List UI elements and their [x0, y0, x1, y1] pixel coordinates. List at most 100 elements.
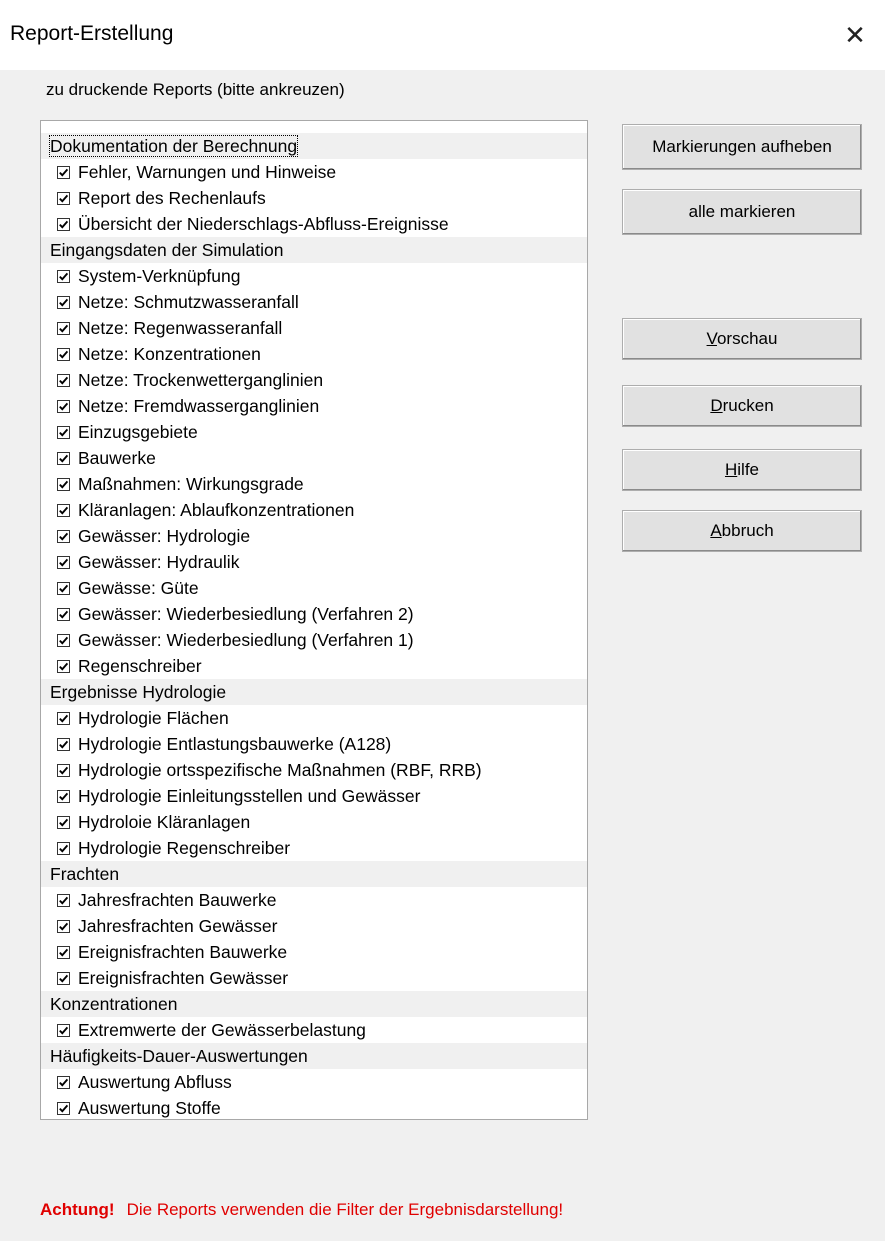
checkbox-checked[interactable] — [57, 321, 70, 335]
report-item[interactable]: Extremwerte der Gewässerbelastung — [41, 1017, 587, 1043]
report-item[interactable]: Fehler, Warnungen und Hinweise — [41, 159, 587, 185]
report-item[interactable]: Jahresfrachten Bauwerke — [41, 887, 587, 913]
report-item-label: Netze: Trockenwetterganglinien — [78, 370, 324, 390]
checkbox-checked[interactable] — [57, 529, 70, 543]
report-item[interactable]: Hydrologie Flächen — [41, 705, 587, 731]
report-item[interactable]: Hydroloie Kläranlagen — [41, 809, 587, 835]
checkbox-checked[interactable] — [57, 945, 70, 959]
checkbox-checked[interactable] — [57, 893, 70, 907]
group-header: Ergebnisse Hydrologie — [41, 679, 587, 705]
report-item[interactable]: Ereignisfrachten Bauwerke — [41, 939, 587, 965]
checkbox-checked[interactable] — [57, 165, 70, 179]
checkbox-checked[interactable] — [57, 399, 70, 413]
report-item-label: Gewässer: Hydraulik — [78, 552, 240, 572]
checkbox-checked[interactable] — [57, 269, 70, 283]
report-item[interactable]: Hydrologie Regenschreiber — [41, 835, 587, 861]
report-item[interactable]: Netze: Fremdwasserganglinien — [41, 393, 587, 419]
group-label: Konzentrationen — [50, 994, 178, 1014]
group-header: Frachten — [41, 861, 587, 887]
checkbox-checked[interactable] — [57, 841, 70, 855]
report-item-label: System-Verknüpfung — [78, 266, 241, 286]
unmark-all-button[interactable]: Markierungen aufheben — [622, 124, 862, 170]
report-item[interactable]: Einzugsgebiete — [41, 419, 587, 445]
group-label: Dokumentation der Berechnung — [48, 135, 299, 157]
report-item-label: Fehler, Warnungen und Hinweise — [78, 162, 337, 182]
checkbox-checked[interactable] — [57, 451, 70, 465]
checkbox-checked[interactable] — [57, 763, 70, 777]
checkbox-checked[interactable] — [57, 737, 70, 751]
report-item-label: Netze: Regenwasseranfall — [78, 318, 283, 338]
report-item-label: Netze: Fremdwasserganglinien — [78, 396, 320, 416]
report-item-label: Ereignisfrachten Bauwerke — [78, 942, 288, 962]
report-item[interactable]: Gewässer: Wiederbesiedlung (Verfahren 2) — [41, 601, 587, 627]
close-icon[interactable]: ✕ — [825, 0, 885, 70]
report-item[interactable]: Kläranlagen: Ablaufkonzentrationen — [41, 497, 587, 523]
report-item[interactable]: Jahresfrachten Gewässer — [41, 913, 587, 939]
help-button[interactable]: Hilfe — [622, 449, 862, 491]
checkbox-checked[interactable] — [57, 711, 70, 725]
group-header: Konzentrationen — [41, 991, 587, 1017]
report-item-label: Einzugsgebiete — [78, 422, 198, 442]
report-item-label: Regenschreiber — [78, 656, 202, 676]
report-item-label: Hydrologie ortsspezifische Maßnahmen (RB… — [78, 760, 482, 780]
checkbox-checked[interactable] — [57, 633, 70, 647]
checkbox-checked[interactable] — [57, 1101, 70, 1115]
report-item[interactable]: Gewässe: Güte — [41, 575, 587, 601]
warning-text: Die Reports verwenden die Filter der Erg… — [126, 1200, 564, 1219]
checkbox-checked[interactable] — [57, 217, 70, 231]
checkbox-checked[interactable] — [57, 659, 70, 673]
group-header: Dokumentation der Berechnung — [41, 133, 587, 159]
report-item[interactable]: Gewässer: Wiederbesiedlung (Verfahren 1) — [41, 627, 587, 653]
report-item[interactable]: Netze: Konzentrationen — [41, 341, 587, 367]
checkbox-checked[interactable] — [57, 503, 70, 517]
report-item[interactable]: System-Verknüpfung — [41, 263, 587, 289]
report-item[interactable]: Ereignisfrachten Gewässer — [41, 965, 587, 991]
report-item[interactable]: Auswertung Abfluss — [41, 1069, 587, 1095]
checkbox-checked[interactable] — [57, 581, 70, 595]
report-item[interactable]: Übersicht der Niederschlags-Abfluss-Erei… — [41, 211, 587, 237]
preview-button[interactable]: Vorschau — [622, 318, 862, 360]
report-item[interactable]: Maßnahmen: Wirkungsgrade — [41, 471, 587, 497]
checkbox-checked[interactable] — [57, 607, 70, 621]
checkbox-checked[interactable] — [57, 373, 70, 387]
report-item[interactable]: Gewässer: Hydraulik — [41, 549, 587, 575]
checkbox-checked[interactable] — [57, 295, 70, 309]
report-item[interactable]: Netze: Trockenwetterganglinien — [41, 367, 587, 393]
checkbox-checked[interactable] — [57, 1075, 70, 1089]
report-item[interactable]: Hydrologie ortsspezifische Maßnahmen (RB… — [41, 757, 587, 783]
report-item-label: Gewässer: Wiederbesiedlung (Verfahren 1) — [78, 630, 414, 650]
report-item[interactable]: Netze: Regenwasseranfall — [41, 315, 587, 341]
mark-all-button[interactable]: alle markieren — [622, 189, 862, 235]
report-item[interactable]: Auswertung Stoffe — [41, 1095, 587, 1119]
report-item[interactable]: Bauwerke — [41, 445, 587, 471]
report-item[interactable]: Hydrologie Entlastungsbauwerke (A128) — [41, 731, 587, 757]
report-item-label: Ereignisfrachten Gewässer — [78, 968, 289, 988]
report-item-label: Jahresfrachten Gewässer — [78, 916, 278, 936]
window-title: Report-Erstellung — [10, 22, 174, 45]
checkbox-checked[interactable] — [57, 425, 70, 439]
report-item[interactable]: Gewässer: Hydrologie — [41, 523, 587, 549]
checkbox-checked[interactable] — [57, 347, 70, 361]
report-item[interactable]: Regenschreiber — [41, 653, 587, 679]
checkbox-checked[interactable] — [57, 919, 70, 933]
report-item[interactable]: Netze: Schmutzwasseranfall — [41, 289, 587, 315]
checkbox-checked[interactable] — [57, 815, 70, 829]
print-button[interactable]: Drucken — [622, 385, 862, 427]
report-item-label: Gewässer: Wiederbesiedlung (Verfahren 2) — [78, 604, 414, 624]
group-label: Frachten — [50, 864, 120, 884]
checkbox-checked[interactable] — [57, 1023, 70, 1037]
report-item[interactable]: Hydrologie Einleitungsstellen und Gewäss… — [41, 783, 587, 809]
report-item-label: Übersicht der Niederschlags-Abfluss-Erei… — [78, 214, 449, 234]
checkbox-checked[interactable] — [57, 191, 70, 205]
checkbox-checked[interactable] — [57, 477, 70, 491]
report-checklist[interactable]: Dokumentation der Berechnung Fehler, Warn… — [40, 120, 588, 1120]
report-item-label: Gewässe: Güte — [78, 578, 199, 598]
group-label: Ergebnisse Hydrologie — [50, 682, 227, 702]
report-item-label: Hydrologie Regenschreiber — [78, 838, 291, 858]
checkbox-checked[interactable] — [57, 555, 70, 569]
checkbox-checked[interactable] — [57, 971, 70, 985]
filter-warning: Achtung! Die Reports verwenden die Filter… — [40, 1200, 563, 1220]
cancel-button[interactable]: Abbruch — [622, 510, 862, 552]
checkbox-checked[interactable] — [57, 789, 70, 803]
report-item[interactable]: Report des Rechenlaufs — [41, 185, 587, 211]
